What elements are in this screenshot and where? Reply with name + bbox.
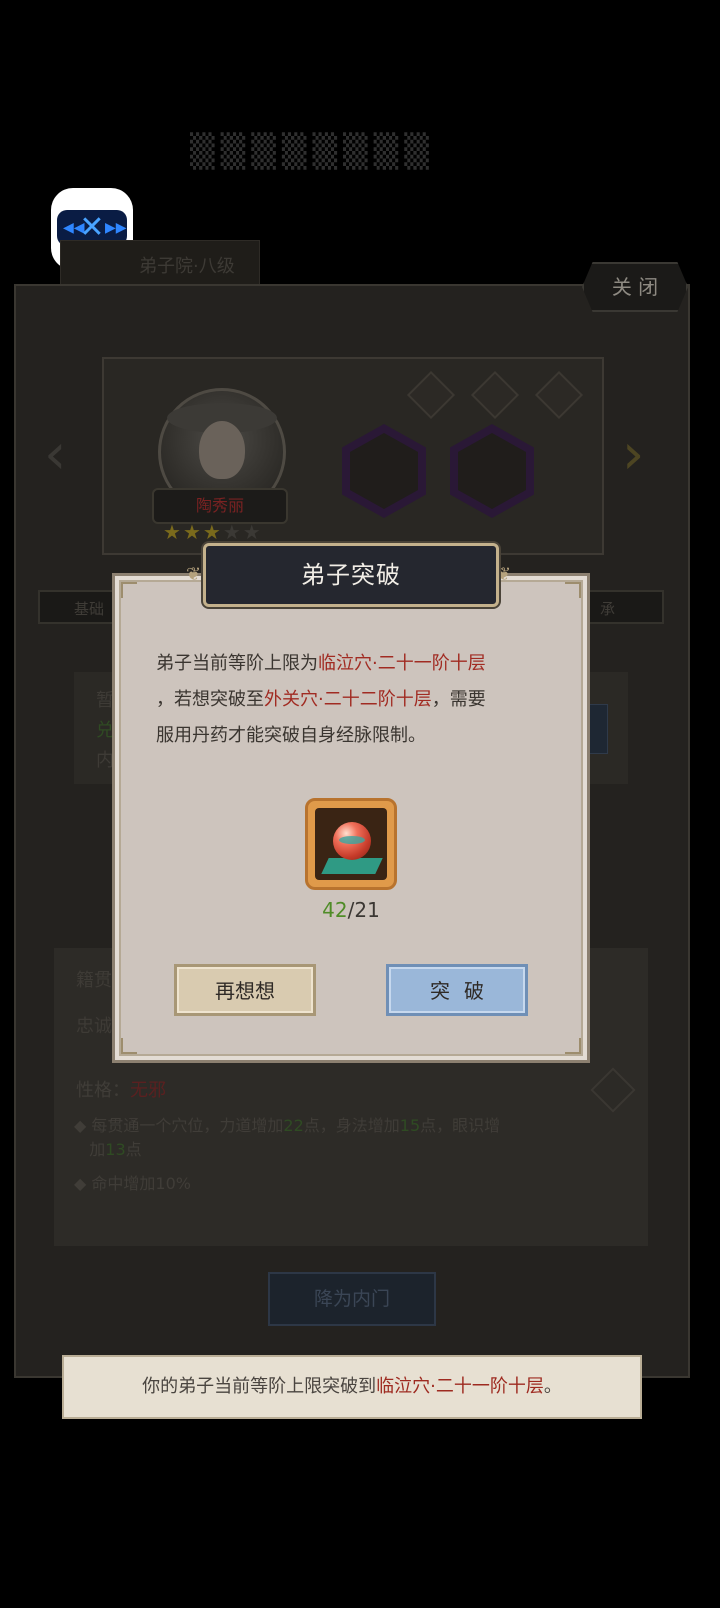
message-text: 弟子当前等阶上限为 [156, 653, 318, 674]
pill-swirl [339, 836, 365, 844]
toast-message: 你的弟子当前等阶上限突破到临泣穴·二十一阶十层。 [62, 1355, 642, 1419]
bullet-text: 每贯通一个穴位，力道增加 [91, 1116, 284, 1135]
corner-ornament [565, 1038, 581, 1054]
corner-ornament [565, 582, 581, 598]
red-pill-orb-icon [315, 808, 387, 880]
tab-inherit[interactable]: 承 [584, 590, 664, 624]
dialog-message-line: 弟子当前等阶上限为临泣穴·二十一阶十层 [156, 646, 486, 682]
face-shape [199, 421, 245, 479]
corner-ornament [121, 1038, 137, 1054]
toast-text: 。 [543, 1376, 562, 1397]
star-empty-icon: ★ [242, 520, 263, 544]
dialog-message-line: ，若想突破至外关穴·二十二阶十层，需要 [156, 682, 486, 718]
forward-icon: ▶▶ [105, 220, 127, 236]
beast-icon [458, 433, 526, 509]
label-loyalty: 忠诚 [76, 1016, 112, 1037]
pill-item-slot[interactable] [305, 798, 397, 890]
star-empty-icon: ★ [222, 520, 243, 544]
trait-value: 无邪 [130, 1080, 166, 1101]
bullet-value: 15 [399, 1116, 421, 1135]
corner-ornament [121, 582, 137, 598]
pill-count: 42/21 [320, 898, 382, 922]
next-disciple-arrow-icon[interactable]: › [622, 422, 644, 487]
trait-bullet: ◆ 命中增加10% [74, 1174, 191, 1193]
bullet-text: 点，身法增加 [303, 1116, 400, 1135]
sword-icon [350, 433, 418, 509]
bullet-text: 点，眼识增 [420, 1116, 501, 1135]
bullet-text: 点 [125, 1140, 142, 1159]
game-screen: ▒▒▒▒▒▒▒▒ ◀◀ ✕ ▶▶ 弟子院·八级 关 闭 ‹ › 陶秀丽 ★★★★… [0, 0, 720, 1608]
message-text: 服用丹药才能突破自身经脉限制。 [156, 725, 426, 746]
bullet-text: 加 [89, 1140, 106, 1159]
prev-disciple-arrow-icon[interactable]: ‹ [44, 422, 66, 487]
tab-disciple-hall[interactable]: 弟子院·八级 [60, 240, 260, 288]
tab-disciple-hall-label: 弟子院·八级 [139, 256, 235, 277]
bullet-value: 22 [283, 1116, 304, 1135]
trait-label: 性格： [76, 1080, 130, 1101]
star-icon: ★ [202, 520, 223, 544]
target-limit-text: 外关穴·二十二阶十层 [264, 689, 432, 710]
star-rating: ★★★★★ [163, 520, 263, 544]
background-blue-button[interactable] [588, 704, 608, 754]
demote-button[interactable]: 降为内门 [268, 1272, 436, 1326]
trait-bullet: ◆ 每贯通一个穴位，力道增加22点，身法增加15点，眼识增 加13点 [74, 1116, 501, 1159]
message-text: ，若想突破至 [156, 689, 264, 710]
reconsider-button[interactable]: 再想想 [174, 964, 316, 1016]
toast-highlight: 临泣穴·二十一阶十层 [376, 1376, 544, 1397]
title-flourish-icon: ❦ [186, 564, 202, 585]
bullet-value: 13 [105, 1140, 126, 1159]
bullet-text: 命中增加10% [91, 1174, 191, 1193]
background-title-blur: ▒▒▒▒▒▒▒▒ [190, 132, 435, 170]
star-icon: ★ [182, 520, 203, 544]
count-have: 42 [322, 898, 348, 922]
dialog-message-line: 服用丹药才能突破自身经脉限制。 [156, 718, 426, 754]
count-need: 21 [354, 898, 380, 922]
dialog-title: 弟子突破 [203, 543, 499, 607]
breakthrough-button[interactable]: 突破 [386, 964, 528, 1016]
pill-base [321, 858, 383, 874]
message-text: ，需要 [431, 689, 486, 710]
current-limit-text: 临泣穴·二十一阶十层 [318, 653, 486, 674]
label-hometown: 籍贯 [76, 970, 112, 991]
disciple-name: 陶秀丽 [152, 488, 288, 524]
toast-text: 你的弟子当前等阶上限突破到 [142, 1376, 377, 1397]
trait-line: 性格：无邪 [76, 1076, 166, 1102]
star-icon: ★ [163, 520, 183, 544]
close-button[interactable]: 关 闭 [582, 262, 688, 312]
